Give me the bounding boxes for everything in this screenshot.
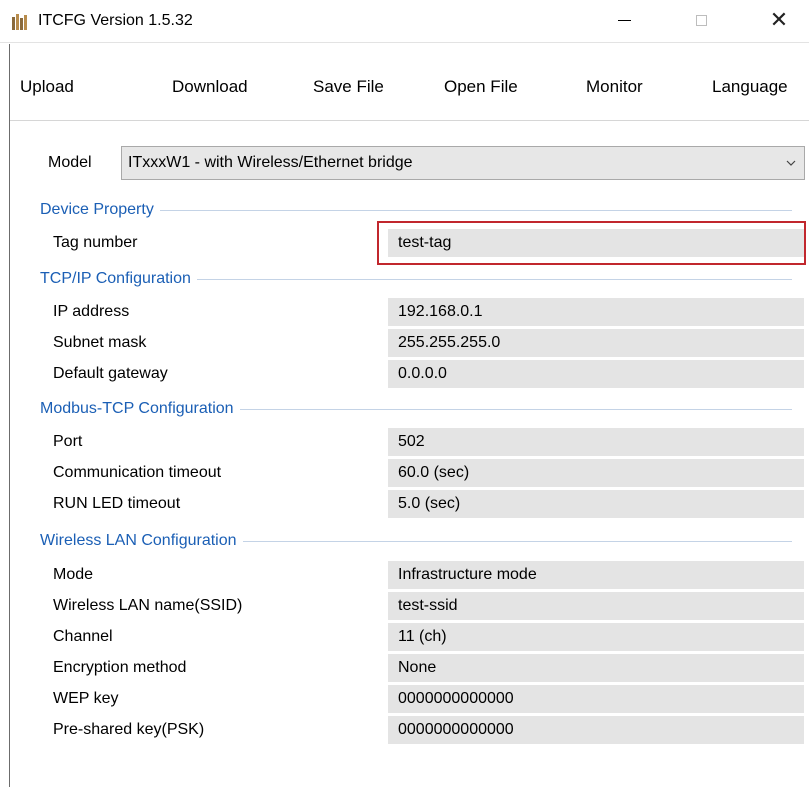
wep-key-field[interactable]: 0000000000000 (388, 685, 804, 713)
menu-upload[interactable]: Upload (20, 68, 74, 106)
close-button[interactable]: ✕ (756, 0, 802, 41)
menu-save-file[interactable]: Save File (313, 68, 384, 106)
run-led-timeout-value: 5.0 (sec) (398, 495, 461, 512)
menu-bar: Upload Download Save File Open File Moni… (0, 68, 809, 108)
default-gateway-value: 0.0.0.0 (398, 365, 447, 382)
group-device-property: Device Property (40, 199, 792, 221)
title-divider (0, 42, 809, 43)
port-field[interactable]: 502 (388, 428, 804, 456)
menu-monitor[interactable]: Monitor (586, 68, 643, 106)
row-mode: Mode Infrastructure mode (0, 560, 809, 590)
menu-language[interactable]: Language (712, 68, 788, 106)
row-communication-timeout: Communication timeout 60.0 (sec) (0, 458, 809, 488)
communication-timeout-label: Communication timeout (53, 464, 222, 481)
model-dropdown[interactable]: ITxxxW1 - with Wireless/Ethernet bridge (121, 146, 805, 180)
channel-label: Channel (53, 628, 113, 645)
maximize-button[interactable] (678, 0, 724, 41)
channel-field[interactable]: 11 (ch) (388, 623, 804, 651)
communication-timeout-field[interactable]: 60.0 (sec) (388, 459, 804, 487)
encryption-method-value: None (398, 659, 437, 676)
chevron-down-icon (786, 160, 796, 166)
title-bar: ITCFG Version 1.5.32 ✕ (0, 0, 809, 41)
row-default-gateway: Default gateway 0.0.0.0 (0, 359, 809, 389)
minimize-button[interactable] (601, 0, 647, 41)
subnet-mask-field[interactable]: 255.255.255.0 (388, 329, 804, 357)
app-logo-icon (12, 14, 27, 30)
row-encryption-method: Encryption method None (0, 653, 809, 683)
row-port: Port 502 (0, 427, 809, 457)
wep-key-label: WEP key (53, 690, 119, 707)
psk-field[interactable]: 0000000000000 (388, 716, 804, 744)
model-label: Model (48, 154, 92, 171)
wep-key-value: 0000000000000 (398, 690, 514, 707)
subnet-mask-label: Subnet mask (53, 334, 147, 351)
highlight-box (377, 221, 806, 265)
channel-value: 11 (ch) (398, 628, 447, 645)
ssid-value: test-ssid (398, 597, 458, 614)
group-title: Device Property (40, 199, 160, 221)
mode-label: Mode (53, 566, 94, 583)
maximize-icon (695, 15, 707, 26)
mode-field[interactable]: Infrastructure mode (388, 561, 804, 589)
row-channel: Channel 11 (ch) (0, 622, 809, 652)
mode-value: Infrastructure mode (398, 566, 537, 583)
row-ip-address: IP address 192.168.0.1 (0, 297, 809, 327)
communication-timeout-value: 60.0 (sec) (398, 464, 470, 481)
menu-open-file[interactable]: Open File (444, 68, 518, 106)
tag-number-label: Tag number (53, 234, 138, 251)
menu-divider (10, 120, 809, 121)
psk-value: 0000000000000 (398, 721, 514, 738)
port-label: Port (53, 433, 83, 450)
row-run-led-timeout: RUN LED timeout 5.0 (sec) (0, 489, 809, 519)
group-tcpip: TCP/IP Configuration (40, 268, 792, 290)
row-subnet-mask: Subnet mask 255.255.255.0 (0, 328, 809, 358)
row-wep-key: WEP key 0000000000000 (0, 684, 809, 714)
run-led-timeout-label: RUN LED timeout (53, 495, 181, 512)
minimize-icon (617, 20, 631, 21)
psk-label: Pre-shared key(PSK) (53, 721, 205, 738)
group-wireless-lan: Wireless LAN Configuration (40, 530, 792, 552)
subnet-mask-value: 255.255.255.0 (398, 334, 501, 351)
encryption-method-label: Encryption method (53, 659, 187, 676)
ip-address-label: IP address (53, 303, 130, 320)
ip-address-value: 192.168.0.1 (398, 303, 483, 320)
ssid-field[interactable]: test-ssid (388, 592, 804, 620)
app-window: ITCFG Version 1.5.32 ✕ Upload Download S… (0, 0, 809, 787)
ssid-label: Wireless LAN name(SSID) (53, 597, 243, 614)
run-led-timeout-field[interactable]: 5.0 (sec) (388, 490, 804, 518)
ip-address-field[interactable]: 192.168.0.1 (388, 298, 804, 326)
row-psk: Pre-shared key(PSK) 0000000000000 (0, 715, 809, 745)
default-gateway-label: Default gateway (53, 365, 168, 382)
encryption-method-field[interactable]: None (388, 654, 804, 682)
close-icon: ✕ (769, 7, 789, 33)
row-ssid: Wireless LAN name(SSID) test-ssid (0, 591, 809, 621)
menu-download[interactable]: Download (172, 68, 248, 106)
group-modbus-tcp: Modbus-TCP Configuration (40, 398, 792, 420)
port-value: 502 (398, 433, 425, 450)
group-title: Wireless LAN Configuration (40, 530, 243, 552)
default-gateway-field[interactable]: 0.0.0.0 (388, 360, 804, 388)
group-title: TCP/IP Configuration (40, 268, 197, 290)
window-title: ITCFG Version 1.5.32 (38, 12, 193, 29)
model-selected-value: ITxxxW1 - with Wireless/Ethernet bridge (128, 154, 413, 171)
group-title: Modbus-TCP Configuration (40, 398, 240, 420)
